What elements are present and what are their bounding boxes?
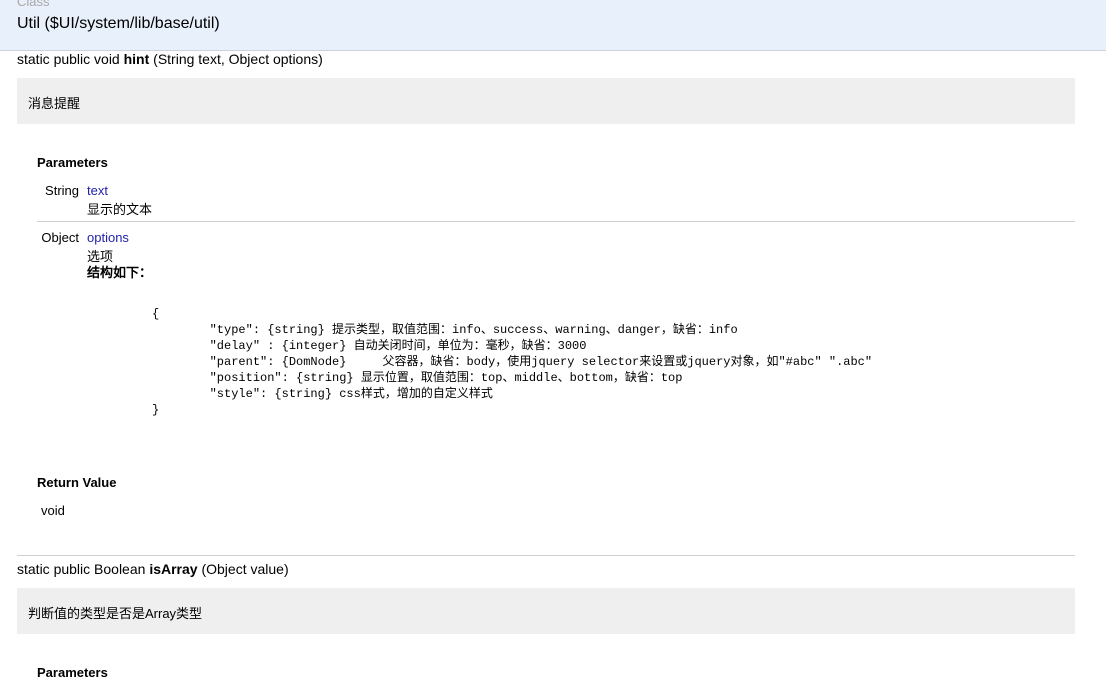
parameters-title: Parameters xyxy=(37,155,108,170)
method-description: 判断值的类型是否是Array类型 xyxy=(28,606,203,621)
method-description-box: 判断值的类型是否是Array类型 xyxy=(17,588,1075,634)
return-value: void xyxy=(41,503,65,518)
class-name: Util ($UI/system/lib/base/util) xyxy=(17,15,220,32)
code-line: "position": {string} 显示位置，取值范围：top、middl… xyxy=(152,371,683,385)
param-divider xyxy=(37,221,1075,222)
method-signature-isarray: static public Boolean isArray (Object va… xyxy=(17,561,289,577)
param-type: String xyxy=(45,183,79,198)
param-description-structure: 结构如下： xyxy=(87,265,153,280)
parameters-title: Parameters xyxy=(37,665,108,680)
method-description-box: 消息提醒 xyxy=(17,78,1075,124)
code-line: "style": {string} css样式，增加的自定义样式 xyxy=(152,387,493,401)
code-line: "parent": {DomNode} 父容器，缺省：body，使用jquery… xyxy=(152,355,873,369)
method-description: 消息提醒 xyxy=(28,96,81,111)
param-name-link[interactable]: options xyxy=(87,230,129,245)
method-sig-prefix: static public Boolean xyxy=(17,561,150,577)
code-line: "type": {string} 提示类型，取值范围：info、success、… xyxy=(152,323,738,337)
param-description: 显示的文本 xyxy=(87,202,153,217)
method-name: isArray xyxy=(149,561,198,577)
code-line: { xyxy=(152,307,160,321)
return-value-title: Return Value xyxy=(37,475,117,490)
class-header: Class Util ($UI/system/lib/base/util) xyxy=(0,0,1106,51)
method-sig-params: (String text, Object options) xyxy=(149,51,323,67)
method-sig-prefix: static public void xyxy=(17,51,124,67)
method-name: hint xyxy=(123,51,150,67)
method-sig-params: (Object value) xyxy=(197,561,289,577)
method-signature-hint: static public void hint (String text, Ob… xyxy=(17,51,323,67)
class-kind-label: Class xyxy=(17,0,50,9)
options-structure-code: { "type": {string} 提示类型，取值范围：info、succes… xyxy=(152,306,872,418)
code-line: "delay" : {integer} 自动关闭时间，单位为：毫秒，缺省：300… xyxy=(152,339,587,353)
param-name-link[interactable]: text xyxy=(87,183,108,198)
method-divider xyxy=(17,555,1075,556)
code-line: } xyxy=(152,403,160,417)
param-type: Object xyxy=(41,230,79,245)
